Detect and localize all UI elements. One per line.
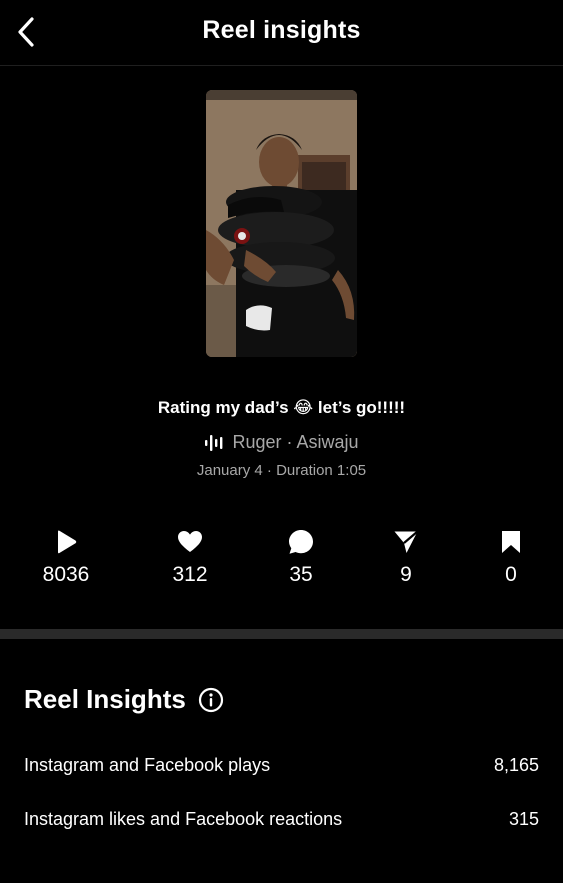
comment-icon [289,530,313,554]
audio-title: Ruger · Asiwaju [232,432,359,452]
insight-label: Instagram and Facebook plays [24,755,271,775]
page-title: Reel insights [202,16,361,44]
insight-row-plays: Instagram and Facebook plays 8,165 [24,755,539,776]
stat-comments: 35 [256,528,346,587]
stat-value: 35 [289,563,313,586]
stat-plays: 8036 [21,528,111,587]
stat-likes: 312 [145,528,235,587]
info-icon[interactable] [198,687,224,713]
insights-header: Reel Insights [24,684,224,715]
play-icon [58,530,77,554]
stat-value: 312 [172,563,208,586]
insight-value: 315 [508,809,539,829]
waveform-icon [205,434,223,451]
insight-value: 8,165 [493,755,539,775]
insights-title: Reel Insights [24,684,186,714]
reel-thumbnail-image [206,90,357,357]
insight-row-likes: Instagram likes and Facebook reactions 3… [24,809,539,830]
header-bar: Reel insights [0,0,563,66]
section-divider [0,629,563,639]
stat-value: 0 [505,563,517,586]
heart-icon [178,531,202,552]
bookmark-icon [502,531,520,553]
reel-meta: January 4 · Duration 1:05 [196,462,367,479]
stat-saves: 0 [466,528,556,587]
reel-thumbnail[interactable] [206,90,357,357]
insight-label: Instagram likes and Facebook reactions [24,809,343,829]
reel-caption: Rating my dad’s 😂 let’s go!!!!! [157,398,406,417]
stat-value: 8036 [42,563,90,586]
audio-link[interactable]: Ruger · Asiwaju [0,432,563,453]
share-icon [394,530,419,553]
stat-value: 9 [400,563,412,586]
stat-shares: 9 [361,528,451,587]
